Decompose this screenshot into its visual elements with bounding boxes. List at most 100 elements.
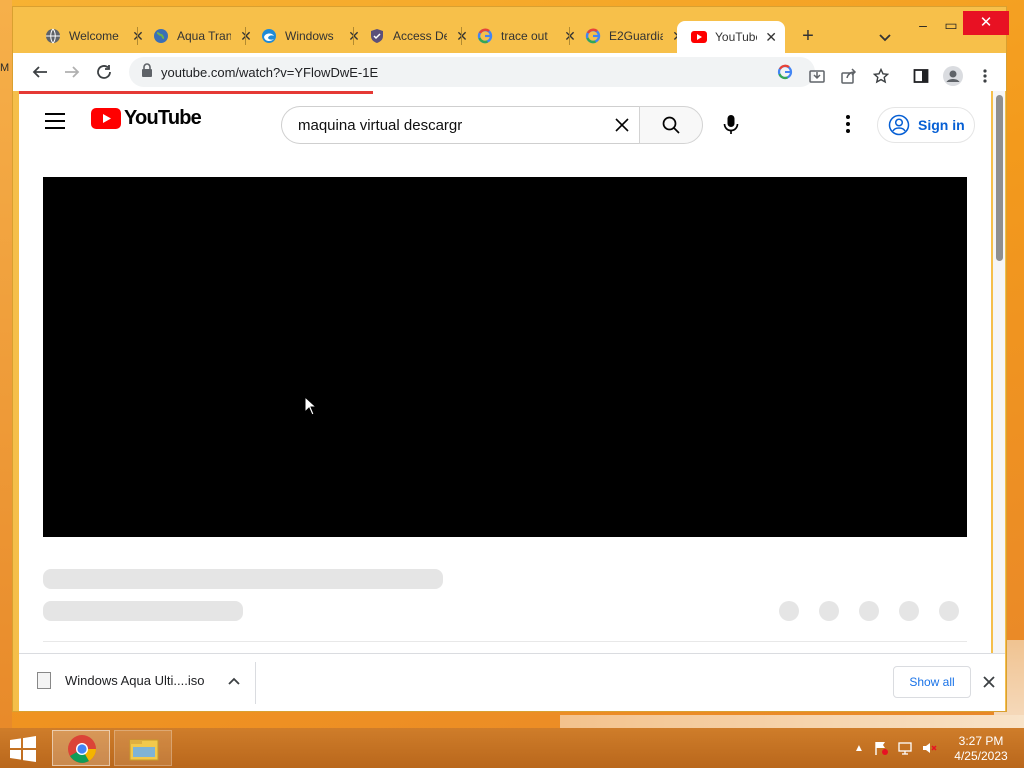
title-placeholder [43,569,443,589]
download-file-name: Windows Aqua Ulti....iso [65,673,205,688]
tab-aqua-transformation[interactable]: Aqua Transformation ✕ [139,21,261,51]
clock-date: 4/25/2023 [954,749,1008,763]
action-placeholder [779,601,799,621]
tab-title: Welcome [69,29,119,43]
clear-search-icon[interactable] [613,116,631,134]
tab-close-icon[interactable]: ✕ [765,29,777,46]
address-bar[interactable]: youtube.com/watch?v=YFlowDwE-1E [129,57,815,87]
tab-separator [353,27,354,45]
chrome-icon [68,735,96,763]
tab-youtube[interactable]: YouTube ✕ [677,21,785,53]
edge-icon [261,28,277,44]
page-loading-bar [19,91,373,94]
tab-trace-out[interactable]: trace out ✕ [463,21,585,51]
hamburger-menu-icon[interactable] [45,113,65,129]
action-placeholder [899,601,919,621]
tab-title: E2Guardian [609,29,663,43]
folder-icon [129,739,159,761]
desktop-left-strip [0,0,12,728]
globe-icon [45,28,61,44]
maximize-icon[interactable]: ▭ [937,15,965,35]
minimize-icon[interactable]: – [909,15,937,35]
download-item[interactable]: Windows Aqua Ulti....iso [37,672,204,689]
desktop-wallpaper-decor-bottom [560,715,1024,729]
file-icon [37,672,51,689]
youtube-page: YouTube Sign in [19,91,991,653]
volume-muted-icon[interactable] [920,740,938,756]
youtube-logo[interactable]: YouTube [91,107,202,130]
show-hidden-icons-icon[interactable]: ▲ [850,740,868,756]
tab-separator [137,27,138,45]
scrollbar-thumb[interactable] [996,95,1003,261]
tab-separator [569,27,570,45]
sign-in-button[interactable]: Sign in [877,107,975,143]
youtube-search-box [281,106,639,144]
action-placeholder [859,601,879,621]
tab-title: Windows [285,29,334,43]
close-window-icon[interactable]: ✕ [963,11,1009,35]
action-placeholder [819,601,839,621]
video-player[interactable] [43,177,967,537]
microphone-icon[interactable] [721,113,741,137]
browser-window: Welcome ✕ Aqua Transformation ✕ Windows … [12,6,1009,712]
tab-title: Access Denied [393,29,447,43]
youtube-logo-text: YouTube [124,107,202,129]
network-icon[interactable] [896,740,914,756]
forward-arrow-icon[interactable] [61,61,83,83]
tab-separator [461,27,462,45]
youtube-icon [691,29,707,45]
tab-strip: Welcome ✕ Aqua Transformation ✕ Windows … [13,7,1009,59]
taskbar-file-explorer[interactable] [114,730,172,766]
tab-welcome[interactable]: Welcome ✕ [31,21,153,51]
address-url: youtube.com/watch?v=YFlowDwE-1E [161,64,379,80]
clock-time: 3:27 PM [958,734,1004,748]
sign-in-label: Sign in [918,117,965,133]
google-icon [585,28,601,44]
taskbar-chrome[interactable] [52,730,110,766]
side-panel-icon[interactable] [913,68,929,84]
back-arrow-icon[interactable] [29,61,51,83]
action-center-flag-icon[interactable] [872,740,890,756]
bookmark-star-icon[interactable] [873,68,889,84]
taskbar: ▲ 3:27 PM 4/25/2023 [0,728,1024,768]
action-placeholder [939,601,959,621]
youtube-header: YouTube Sign in [19,99,991,147]
windows-start-icon[interactable] [8,736,38,762]
new-tab-plus-icon[interactable]: + [797,25,819,47]
tab-windows[interactable]: Windows ✕ [247,21,369,51]
tab-title: Aqua Transformation [177,29,231,43]
tab-e2guardian[interactable]: E2Guardian ✕ [571,21,693,51]
earth-icon [153,28,169,44]
content-divider [43,641,967,642]
browser-toolbar: youtube.com/watch?v=YFlowDwE-1E [13,53,1006,91]
search-icon [662,116,680,134]
system-clock[interactable]: 3:27 PM 4/25/2023 [946,734,1016,764]
reload-icon[interactable] [93,61,115,83]
google-lens-icon[interactable] [777,64,793,80]
profile-avatar-icon[interactable] [943,66,963,86]
close-download-shelf-icon[interactable] [981,674,997,690]
tab-access-denied[interactable]: Access Denied ✕ [355,21,477,51]
youtube-search-button[interactable] [639,106,703,144]
lock-icon[interactable] [141,62,153,82]
tab-search-chevron-icon[interactable] [875,27,895,47]
download-separator [255,662,256,704]
shield-icon [369,28,385,44]
channel-placeholder [43,601,243,621]
tab-title: trace out [501,29,548,43]
chevron-up-icon[interactable] [227,675,241,689]
desktop-label: M [0,62,10,74]
youtube-play-logo-icon [91,108,121,129]
page-scrollbar[interactable] [993,91,1005,653]
share-icon[interactable] [841,68,857,84]
google-icon [477,28,493,44]
install-app-icon[interactable] [809,68,825,84]
mouse-cursor-icon [304,395,318,416]
show-all-button[interactable]: Show all [893,666,971,698]
more-options-icon[interactable] [845,113,851,135]
tab-separator [245,27,246,45]
tab-title: YouTube [715,30,757,44]
browser-menu-icon[interactable] [977,68,993,84]
account-circle-icon [888,114,910,136]
youtube-search-input[interactable] [298,116,598,134]
